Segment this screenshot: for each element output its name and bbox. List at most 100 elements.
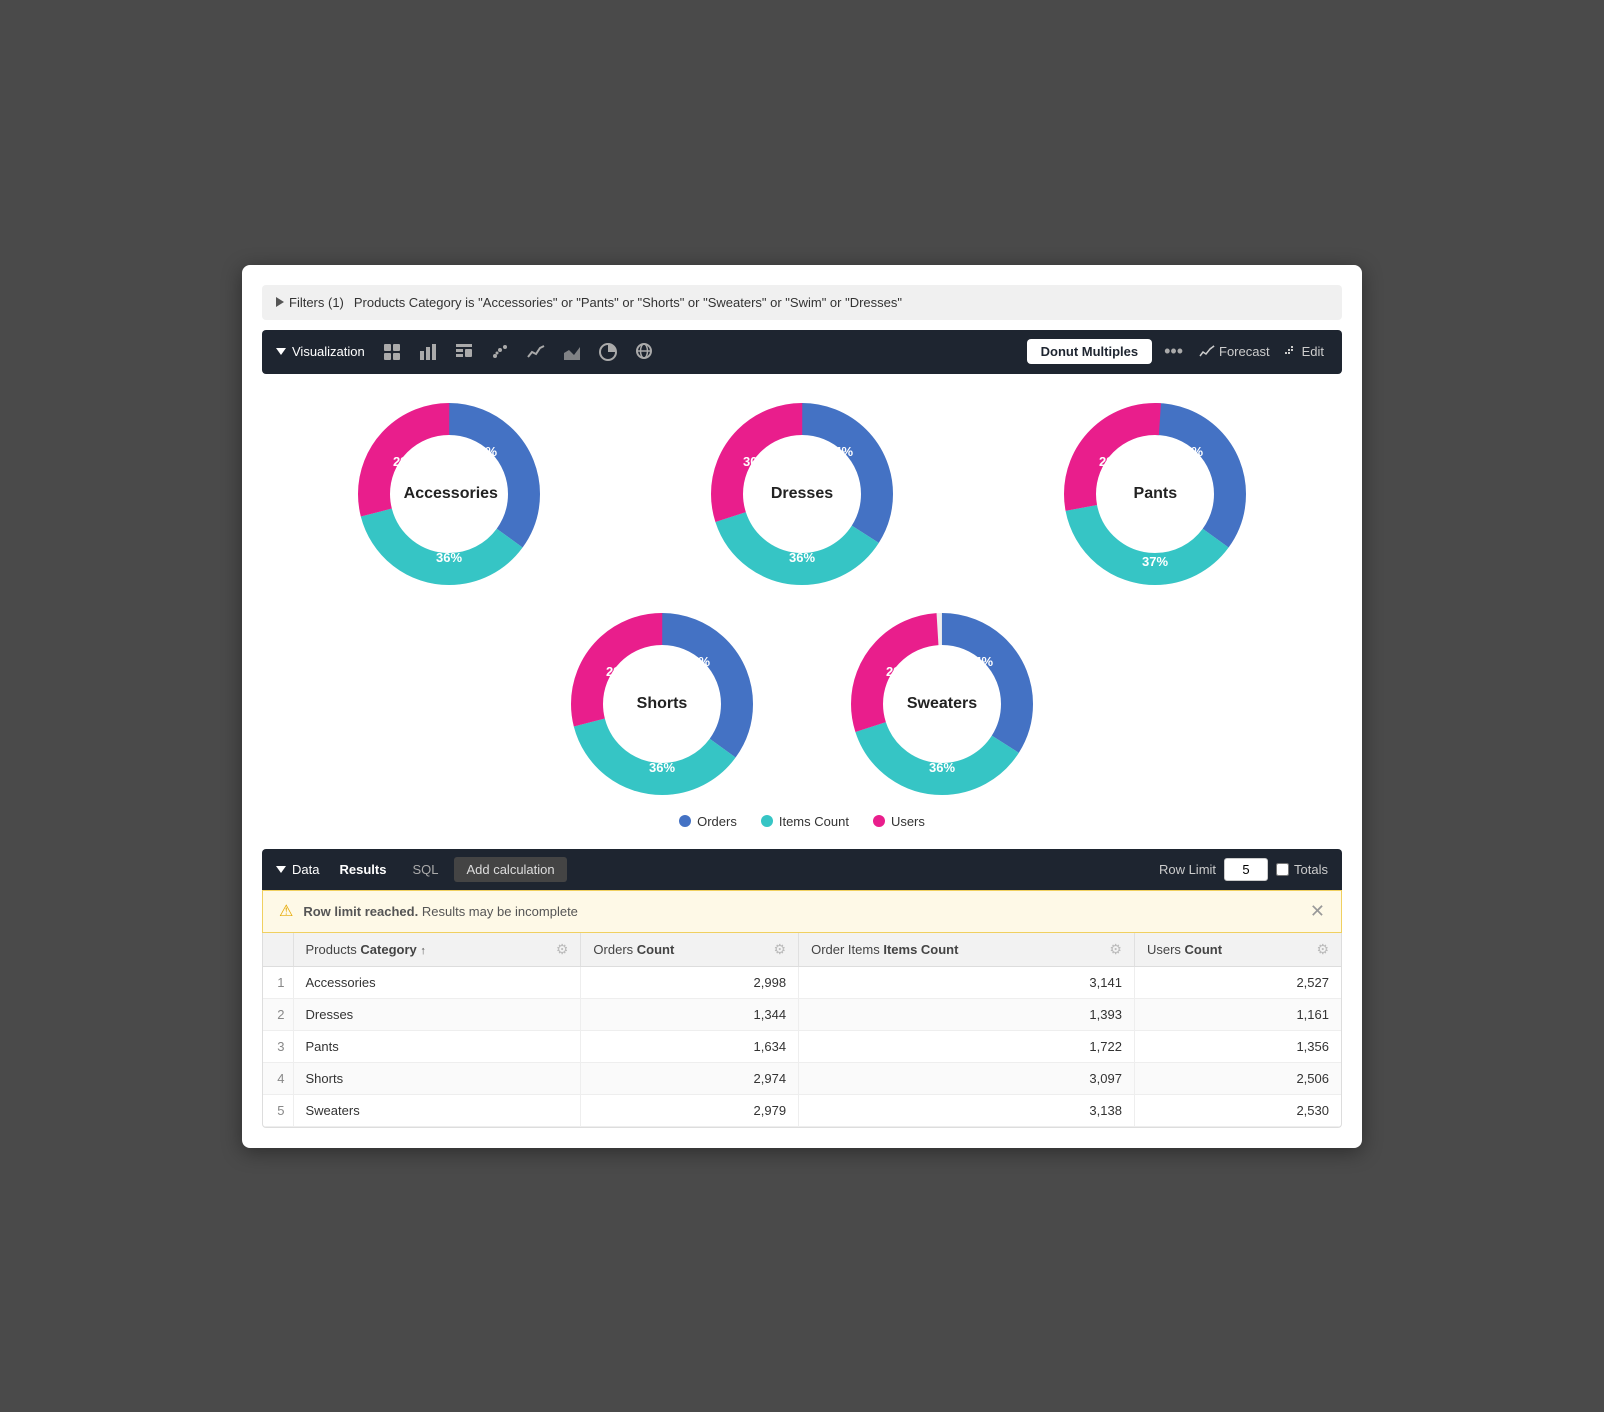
donut-label-shorts: Shorts: [617, 695, 707, 713]
donut-chart-shorts: 35% 36% 29% Shorts: [562, 604, 762, 804]
cell-num: 1: [263, 966, 293, 998]
th-users-bold: Count: [1185, 942, 1223, 957]
donut-dresses: 34% 36% 30% Dresses: [635, 394, 968, 594]
svg-text:35%: 35%: [1177, 444, 1203, 459]
svg-text:36%: 36%: [929, 760, 955, 775]
cell-items: 3,138: [799, 1094, 1135, 1126]
cell-num: 3: [263, 1030, 293, 1062]
cell-items: 1,393: [799, 998, 1135, 1030]
tab-results[interactable]: Results: [329, 858, 396, 881]
svg-text:36%: 36%: [436, 550, 462, 565]
warning-text: Row limit reached. Results may be incomp…: [303, 904, 578, 919]
cell-category: Dresses: [293, 998, 581, 1030]
forecast-button[interactable]: Forecast: [1195, 344, 1274, 360]
tab-sql[interactable]: SQL: [402, 858, 448, 881]
filter-description: Products Category is "Accessories" or "P…: [354, 295, 902, 310]
line-chart-icon[interactable]: [521, 338, 551, 366]
svg-text:29%: 29%: [393, 454, 419, 469]
add-calculation-button[interactable]: Add calculation: [454, 857, 566, 882]
gear-icon-users[interactable]: ⚙: [1316, 941, 1329, 958]
donut-sweaters: 34% 36% 29% Sweaters: [842, 604, 1042, 804]
table-row: 4 Shorts 2,974 3,097 2,506: [263, 1062, 1341, 1094]
donut-accessories: 35% 36% 29% Accessories: [282, 394, 615, 594]
area-chart-icon[interactable]: [557, 338, 587, 366]
table-row: 3 Pants 1,634 1,722 1,356: [263, 1030, 1341, 1062]
cell-category: Pants: [293, 1030, 581, 1062]
donut-multiples-button[interactable]: Donut Multiples: [1027, 339, 1153, 364]
th-orders-bold: Count: [637, 942, 675, 957]
scatter-icon[interactable]: [485, 338, 515, 366]
th-users: Users Count ⚙: [1134, 933, 1341, 967]
table-row: 2 Dresses 1,344 1,393 1,161: [263, 998, 1341, 1030]
edit-label: Edit: [1302, 344, 1324, 359]
filter-bar: Filters (1) Products Category is "Access…: [262, 285, 1342, 320]
cell-category: Accessories: [293, 966, 581, 998]
donut-chart-dresses: 34% 36% 30% Dresses: [702, 394, 902, 594]
donut-chart-pants: 35% 37% 29% Pants: [1055, 394, 1255, 594]
pivot-icon[interactable]: [449, 338, 479, 366]
row-limit-label: Row Limit: [1159, 862, 1216, 877]
data-label: Data: [276, 862, 319, 877]
gear-icon-orders[interactable]: ⚙: [774, 941, 787, 958]
legend-orders: Orders: [679, 814, 737, 829]
donut-chart-accessories: 35% 36% 29% Accessories: [349, 394, 549, 594]
table-header-row: Products Category ↑ ⚙ Orders Count ⚙: [263, 933, 1341, 967]
legend-dot-items-count: [761, 815, 773, 827]
bar-chart-icon[interactable]: [413, 338, 443, 366]
warning-close-button[interactable]: ✕: [1310, 901, 1325, 922]
cell-users: 2,527: [1134, 966, 1341, 998]
legend-items-count: Items Count: [761, 814, 849, 829]
filter-label: Filters (1): [289, 295, 344, 310]
th-category: Products Category ↑ ⚙: [293, 933, 581, 967]
edit-button[interactable]: Edit: [1280, 344, 1328, 359]
row-limit-section: Row Limit Totals: [1159, 858, 1328, 881]
filter-expand-icon: [276, 297, 284, 307]
th-category-bold: Category: [360, 942, 416, 957]
map-icon[interactable]: [629, 338, 659, 366]
th-items: Order Items Items Count ⚙: [799, 933, 1135, 967]
totals-label: Totals: [1294, 862, 1328, 877]
pie-chart-icon[interactable]: [593, 338, 623, 366]
svg-text:30%: 30%: [743, 454, 769, 469]
visualization-toolbar: Visualization: [262, 330, 1342, 374]
svg-text:35%: 35%: [471, 444, 497, 459]
th-num: [263, 933, 293, 967]
data-expand-icon: [276, 866, 286, 873]
gear-icon-items[interactable]: ⚙: [1109, 941, 1122, 958]
cell-orders: 1,634: [581, 1030, 799, 1062]
donut-shorts: 35% 36% 29% Shorts: [562, 604, 762, 804]
donut-label-sweaters: Sweaters: [897, 695, 987, 713]
svg-text:29%: 29%: [606, 664, 632, 679]
table-icon[interactable]: [377, 338, 407, 366]
table-row: 1 Accessories 2,998 3,141 2,527: [263, 966, 1341, 998]
legend-label-items-count: Items Count: [779, 814, 849, 829]
cell-orders: 2,998: [581, 966, 799, 998]
legend-label-users: Users: [891, 814, 925, 829]
row-limit-warning: ⚠ Row limit reached. Results may be inco…: [262, 890, 1342, 933]
filter-toggle[interactable]: Filters (1): [276, 295, 344, 310]
svg-text:36%: 36%: [649, 760, 675, 775]
th-items-bold: Items Count: [883, 942, 958, 957]
cell-users: 2,530: [1134, 1094, 1341, 1126]
charts-bottom-row: 35% 36% 29% Shorts 34% 36% 29% Swe: [262, 604, 1342, 804]
legend-dot-users: [873, 815, 885, 827]
totals-checkbox[interactable]: [1276, 863, 1289, 876]
cell-category: Shorts: [293, 1062, 581, 1094]
warning-bold-text: Row limit reached.: [303, 904, 418, 919]
visualization-label: Visualization: [276, 344, 365, 359]
gear-icon-category[interactable]: ⚙: [556, 941, 569, 958]
results-table-wrapper: Products Category ↑ ⚙ Orders Count ⚙: [262, 933, 1342, 1128]
donut-label-accessories: Accessories: [404, 485, 494, 503]
row-limit-input[interactable]: [1224, 858, 1268, 881]
donut-label-dresses: Dresses: [757, 485, 847, 503]
svg-text:37%: 37%: [1142, 554, 1168, 569]
data-section: Data Results SQL Add calculation Row Lim…: [262, 849, 1342, 1128]
totals-checkbox-label[interactable]: Totals: [1276, 862, 1328, 877]
donut-label-pants: Pants: [1110, 485, 1200, 503]
cell-users: 1,356: [1134, 1030, 1341, 1062]
svg-text:29%: 29%: [886, 664, 912, 679]
more-options-button[interactable]: •••: [1158, 341, 1189, 362]
charts-top-row: 35% 36% 29% Accessories 34% 36% 30%: [262, 394, 1342, 594]
cell-orders: 2,974: [581, 1062, 799, 1094]
svg-text:29%: 29%: [1099, 454, 1125, 469]
